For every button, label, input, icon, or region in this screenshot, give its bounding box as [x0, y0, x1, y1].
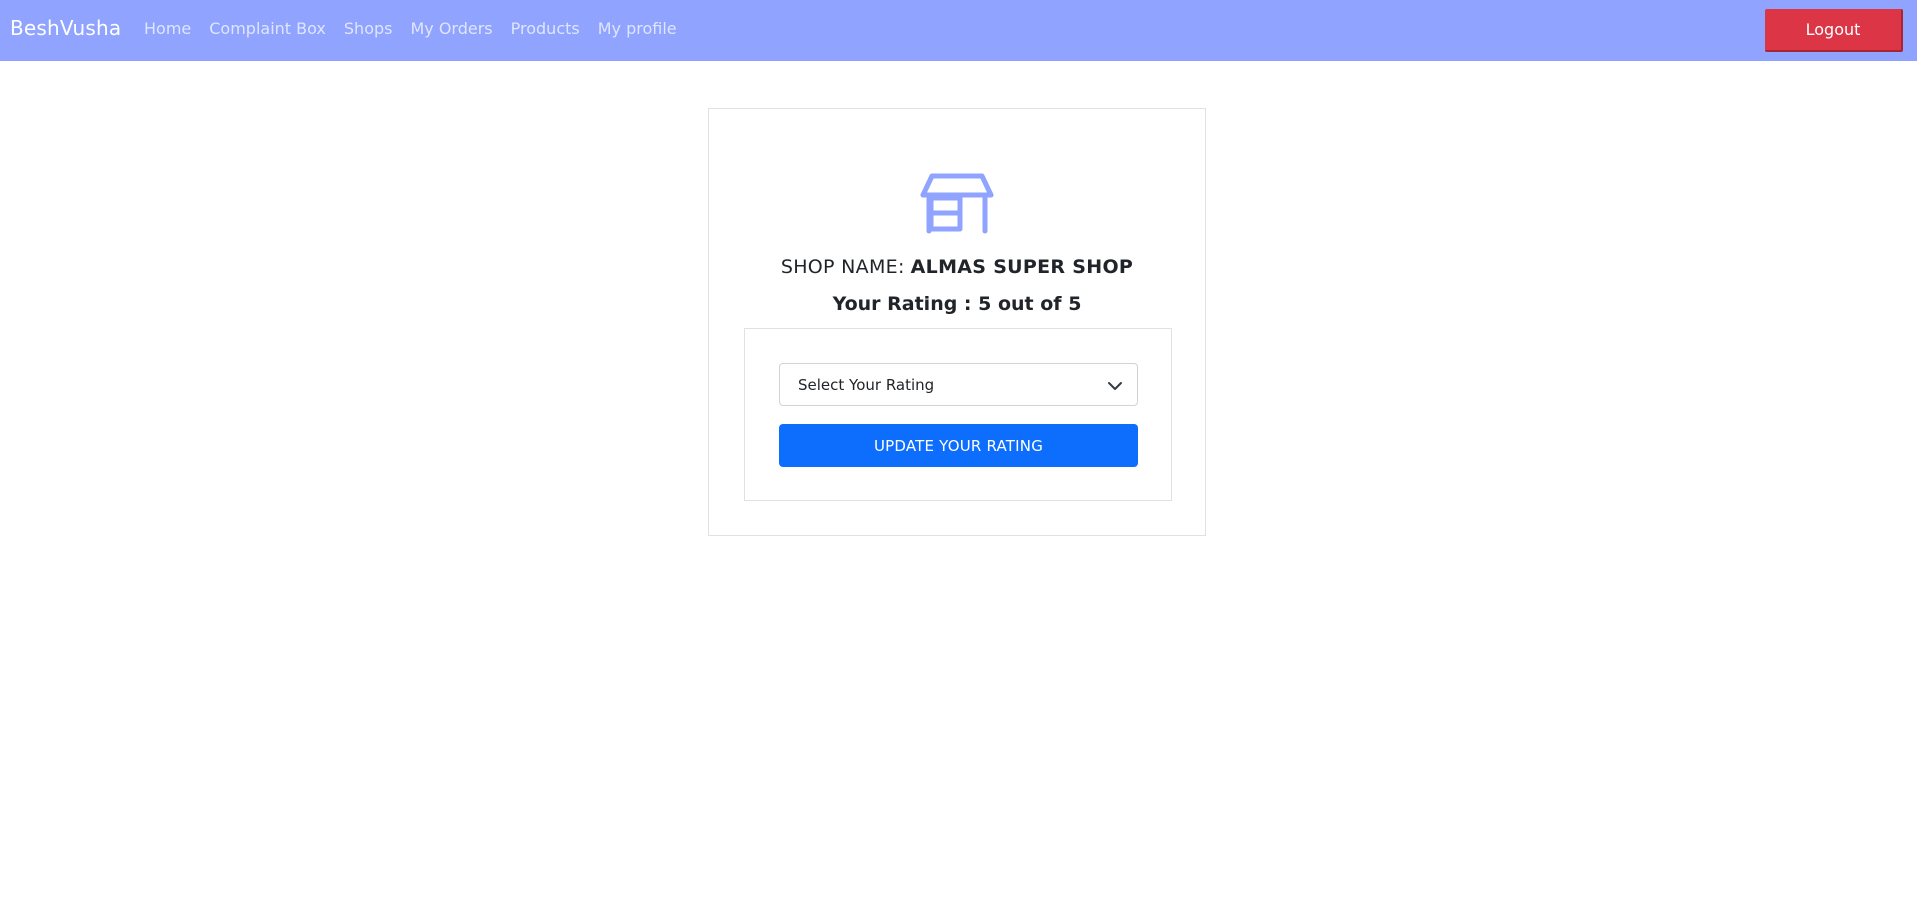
shop-name-value: ALMAS SUPER SHOP	[910, 256, 1134, 278]
nav-link-products[interactable]: Products	[511, 19, 580, 38]
nav-link-complaint-box[interactable]: Complaint Box	[209, 19, 326, 38]
nav-link-home[interactable]: Home	[144, 19, 191, 38]
nav-link-my-profile[interactable]: My profile	[598, 19, 677, 38]
top-navbar: BeshVusha Home Complaint Box Shops My Or…	[0, 0, 1917, 61]
rating-select-value: Select Your Rating	[798, 375, 935, 394]
nav-link-shops[interactable]: Shops	[344, 19, 393, 38]
shop-name-line: SHOP NAME: ALMAS SUPER SHOP	[709, 256, 1205, 278]
logout-button[interactable]: Logout	[1765, 9, 1903, 52]
shop-icon	[920, 173, 994, 234]
rating-form: Select Your Rating UPDATE YOUR RATING	[744, 328, 1172, 501]
current-rating-text: Your Rating : 5 out of 5	[832, 293, 1082, 315]
chevron-down-icon	[1108, 382, 1122, 390]
shop-name-label: SHOP NAME:	[780, 256, 905, 278]
brand-logo[interactable]: BeshVusha	[10, 16, 121, 40]
update-rating-button[interactable]: UPDATE YOUR RATING	[779, 424, 1138, 467]
nav-link-my-orders[interactable]: My Orders	[410, 19, 492, 38]
shop-rating-card: SHOP NAME: ALMAS SUPER SHOP Your Rating :…	[708, 108, 1206, 536]
nav-links: Home Complaint Box Shops My Orders Produ…	[144, 19, 695, 38]
rating-select[interactable]: Select Your Rating	[779, 363, 1138, 406]
